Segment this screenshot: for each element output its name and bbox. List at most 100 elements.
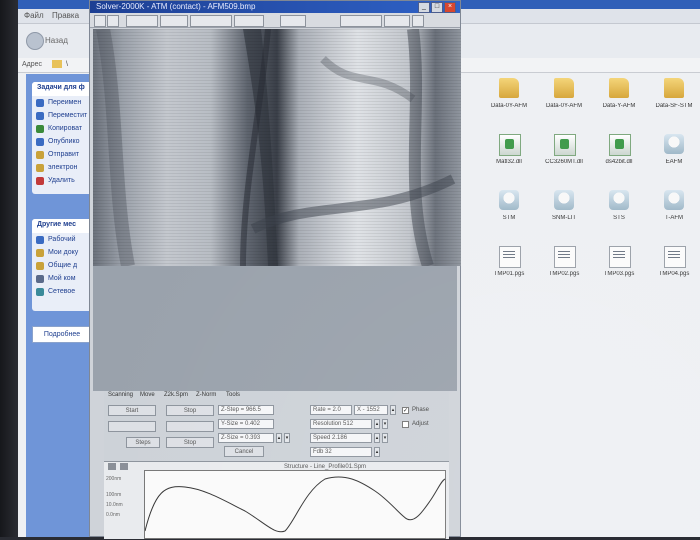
- profile-plot[interactable]: [144, 470, 446, 539]
- task-icon: [36, 177, 44, 185]
- file-name: T-AFM: [665, 215, 683, 221]
- file-item[interactable]: TMP04.pgs: [647, 244, 700, 286]
- file-item[interactable]: Data-Y-AFM: [592, 76, 646, 118]
- task-label: электрон: [48, 164, 78, 171]
- menu-scanning[interactable]: Scanning: [108, 392, 133, 398]
- z-size-field[interactable]: Z-Size = 0.393: [218, 433, 274, 443]
- resolution-field[interactable]: Resolution 512: [310, 419, 372, 429]
- file-item[interactable]: STM: [482, 188, 536, 230]
- task-icon: [36, 249, 44, 257]
- resolution-spinner-down[interactable]: ▾: [382, 419, 388, 429]
- filter-dropdown[interactable]: [280, 15, 306, 27]
- file-name: STS: [613, 215, 625, 221]
- file-item[interactable]: EAFM: [647, 132, 700, 174]
- file-name: STM: [502, 215, 516, 221]
- close-button[interactable]: ×: [444, 2, 456, 13]
- menu-file-name[interactable]: Z2k.Spm: [164, 392, 188, 398]
- resolution-spinner[interactable]: ▴: [374, 419, 380, 429]
- task-label: Переимен: [48, 99, 82, 106]
- monitor-bezel: [0, 0, 18, 537]
- speed-field[interactable]: Speed 2.186: [310, 433, 372, 443]
- file-name: Data-Y-AFM: [602, 103, 636, 109]
- task-label: Удалить: [48, 177, 75, 184]
- hand-icon: [609, 190, 629, 210]
- task-label: Рабочий: [48, 236, 76, 243]
- afm-toolbar: [90, 13, 460, 28]
- feedback-field[interactable]: Fdb 32: [310, 447, 372, 457]
- task-icon: [36, 236, 44, 244]
- file-item[interactable]: Data-0Y-AFM: [482, 76, 536, 118]
- task-icon: [36, 288, 44, 296]
- save-icon[interactable]: [107, 15, 119, 27]
- scale-dropdown[interactable]: [160, 15, 188, 27]
- address-input[interactable]: \: [66, 61, 68, 68]
- file-item[interactable]: Matl32.dll: [482, 132, 536, 174]
- x-spinner[interactable]: ▴: [390, 405, 396, 415]
- zoom-dropdown[interactable]: [234, 15, 264, 27]
- menu-file[interactable]: Файл: [24, 11, 44, 20]
- document-icon: [554, 246, 576, 268]
- hand-icon: [554, 190, 574, 210]
- rate-field[interactable]: Rate = 2.0: [310, 405, 352, 415]
- file-item[interactable]: CC3260MT.dll: [537, 132, 591, 174]
- cancel-button[interactable]: Cancel: [224, 446, 264, 457]
- profile-save-icon[interactable]: [120, 463, 128, 470]
- task-label: Переместит: [48, 112, 88, 119]
- scan-option-button[interactable]: [108, 421, 156, 432]
- view-dropdown[interactable]: [126, 15, 158, 27]
- task-label: Мой ком: [48, 275, 76, 282]
- y-size-field[interactable]: Y-Size = 0.402: [218, 419, 274, 429]
- steps-dropdown[interactable]: Steps: [126, 437, 160, 448]
- file-name: Data-0Y-AFM: [545, 103, 583, 109]
- profile-tool-icon[interactable]: [108, 463, 116, 470]
- stop-button[interactable]: Stop: [166, 405, 214, 416]
- task-icon: [36, 125, 44, 133]
- file-name: TMP04.pgs: [658, 271, 690, 277]
- afm-title-bar: Solver-2000K - ATM (contact) - AFM509.bm…: [90, 1, 460, 13]
- palette-dropdown[interactable]: [190, 15, 232, 27]
- menu-z-norm[interactable]: Z-Norm: [196, 392, 216, 398]
- file-item[interactable]: ds42bit.dll: [592, 132, 646, 174]
- back-arrow-icon[interactable]: [26, 32, 44, 50]
- afm-scan-image[interactable]: [93, 29, 461, 266]
- scan-option-button-2[interactable]: [166, 421, 214, 432]
- file-item[interactable]: TMP03.pgs: [592, 244, 646, 286]
- phase-label: Phase: [412, 407, 430, 413]
- z-size-spinner[interactable]: ▴: [276, 433, 282, 443]
- menu-tools[interactable]: Tools: [226, 392, 240, 398]
- task-icon: [36, 151, 44, 159]
- adjust-checkbox[interactable]: [402, 421, 409, 428]
- window-title: Solver-2000K - ATM (contact) - AFM509.bm…: [96, 2, 256, 11]
- mode-dropdown[interactable]: [340, 15, 382, 27]
- file-item[interactable]: T-AFM: [647, 188, 700, 230]
- details-button[interactable]: Подробнее: [32, 326, 92, 343]
- file-item[interactable]: SNM-LIT: [537, 188, 591, 230]
- task-icon: [36, 112, 44, 120]
- channel-dropdown[interactable]: [384, 15, 410, 27]
- stop-scan-button[interactable]: Stop: [166, 437, 214, 448]
- menu-move[interactable]: Move: [140, 392, 155, 398]
- file-item[interactable]: Data-SF-STM: [647, 76, 700, 118]
- menu-edit[interactable]: Правка: [52, 11, 79, 20]
- file-item[interactable]: STS: [592, 188, 646, 230]
- file-name: TMP03.pgs: [603, 271, 635, 277]
- back-button[interactable]: Назад: [45, 36, 68, 45]
- file-item[interactable]: Data-0Y-AFM: [537, 76, 591, 118]
- file-item[interactable]: TMP01.pgs: [482, 244, 536, 286]
- file-name: ds42bit.dll: [605, 159, 633, 165]
- z-size-spinner-down[interactable]: ▾: [284, 433, 290, 443]
- phase-checkbox[interactable]: ✓: [402, 407, 409, 414]
- speed-spinner[interactable]: ▴: [374, 433, 380, 443]
- speed-spinner-down[interactable]: ▾: [382, 433, 388, 443]
- maximize-button[interactable]: □: [431, 2, 443, 13]
- start-button[interactable]: Start: [108, 405, 156, 416]
- file-item[interactable]: TMP02.pgs: [537, 244, 591, 286]
- task-label: Сетевое: [48, 288, 76, 295]
- open-icon[interactable]: [94, 15, 106, 27]
- feedback-spinner[interactable]: ▴: [374, 447, 380, 457]
- minimize-button[interactable]: _: [418, 2, 430, 13]
- z-step-field[interactable]: Z-Step = 966.5: [218, 405, 274, 415]
- x-position-field[interactable]: X - 1552: [354, 405, 388, 415]
- settings-icon[interactable]: [412, 15, 424, 27]
- task-icon: [36, 275, 44, 283]
